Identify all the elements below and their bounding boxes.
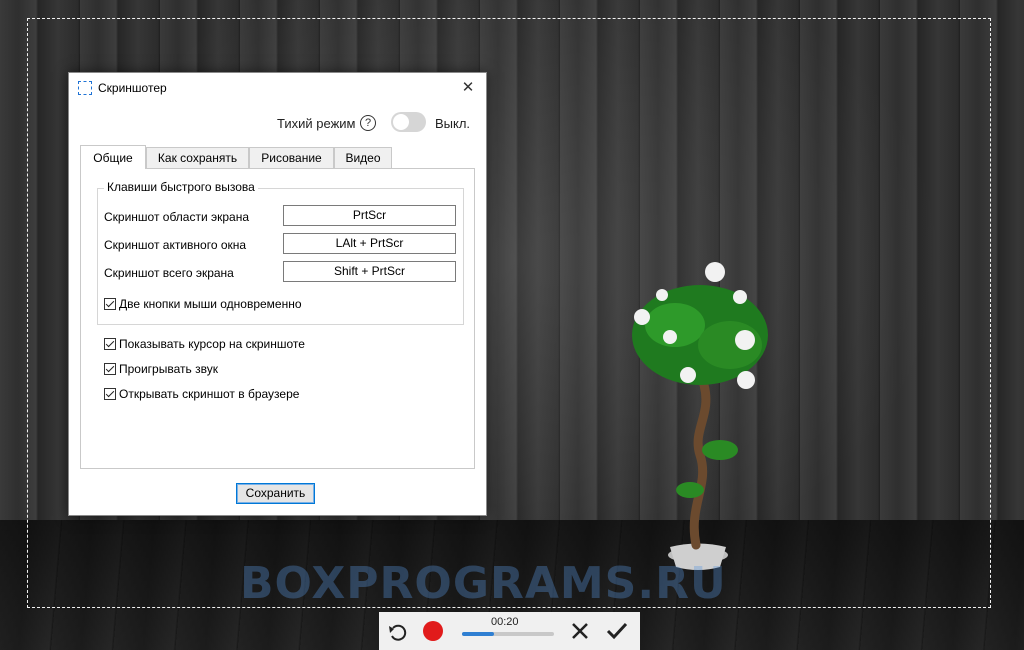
save-button[interactable]: Сохранить	[236, 483, 315, 504]
tab-video[interactable]: Видео	[334, 147, 392, 168]
hotkey-fullscreen-field[interactable]: Shift + PrtScr	[283, 261, 456, 282]
dialog-titlebar[interactable]: Скриншотер ✕	[69, 73, 486, 103]
hotkeys-group-title: Клавиши быстрого вызова	[104, 180, 258, 194]
cancel-icon[interactable]	[569, 620, 591, 642]
screenshot-app-icon	[78, 81, 92, 95]
undo-icon[interactable]	[387, 621, 409, 643]
help-icon[interactable]: ?	[360, 115, 376, 131]
checkbox-label: Показывать курсор на скриншоте	[119, 337, 305, 351]
dialog-title: Скриншотер	[98, 81, 167, 95]
checkmark-icon[interactable]	[605, 620, 629, 642]
two-mouse-buttons-checkbox[interactable]: Две кнопки мыши одновременно	[104, 297, 302, 313]
hotkeys-group: Клавиши быстрого вызова Скриншот области…	[97, 180, 464, 325]
tab-general[interactable]: Общие	[80, 145, 146, 169]
capture-toolbar: 00:20	[379, 612, 640, 650]
hotkey-area-field[interactable]: PrtScr	[283, 205, 456, 226]
record-icon[interactable]	[423, 621, 443, 641]
tab-save-options[interactable]: Как сохранять	[146, 147, 249, 168]
toggle-knob	[393, 114, 409, 130]
settings-dialog: Скриншотер ✕ Тихий режим ? Выкл. Общие К…	[68, 72, 487, 516]
checkbox-checked[interactable]	[104, 298, 116, 310]
close-button[interactable]: ✕	[458, 78, 478, 98]
recording-timer: 00:20	[491, 616, 519, 628]
checkbox-label: Проигрывать звук	[119, 362, 218, 376]
hotkey-area-label: Скриншот области экрана	[104, 210, 250, 224]
checkbox-checked[interactable]	[104, 388, 116, 400]
tab-drawing[interactable]: Рисование	[249, 147, 334, 168]
silent-mode-label: Тихий режим	[277, 116, 356, 131]
progress-fill	[462, 632, 495, 636]
checkbox-label: Две кнопки мыши одновременно	[119, 297, 302, 311]
general-tab-panel: Клавиши быстрого вызова Скриншот области…	[80, 168, 475, 469]
recording-progress-bar	[462, 632, 554, 636]
play-sound-checkbox[interactable]: Проигрывать звук	[104, 362, 218, 378]
silent-mode-toggle[interactable]	[391, 112, 426, 132]
hotkey-fullscreen-label: Скриншот всего экрана	[104, 266, 234, 280]
open-in-browser-checkbox[interactable]: Открывать скриншот в браузере	[104, 387, 299, 403]
show-cursor-checkbox[interactable]: Показывать курсор на скриншоте	[104, 337, 305, 353]
checkbox-label: Открывать скриншот в браузере	[119, 387, 300, 401]
checkbox-checked[interactable]	[104, 363, 116, 375]
checkbox-checked[interactable]	[104, 338, 116, 350]
hotkey-window-label: Скриншот активного окна	[104, 238, 247, 252]
hotkey-window-field[interactable]: LAlt + PrtScr	[283, 233, 456, 254]
silent-mode-state: Выкл.	[435, 116, 471, 131]
